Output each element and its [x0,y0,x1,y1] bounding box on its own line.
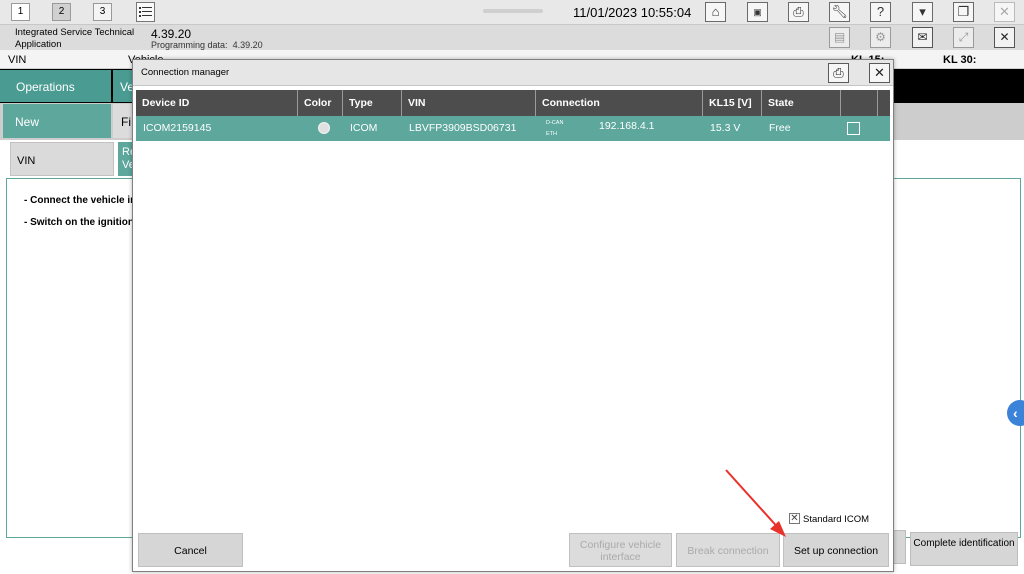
close-window-icon[interactable]: ✕ [994,2,1015,22]
connection-type-eth: ETH [546,131,557,137]
app-name: Integrated Service Technical Application [15,27,135,50]
instruction-line: - Connect the vehicle int [24,195,140,206]
programming-data-value: 4.39.20 [232,40,263,50]
gear-icon: ⚙ [870,27,891,48]
connection-type-dcan: D-CAN [546,120,564,126]
help-icon[interactable]: ? [870,2,891,22]
wrench-icon[interactable]: 🔧︎ [829,2,850,22]
table-header: Device ID Color Type VIN Connection KL15… [136,90,890,116]
home-icon[interactable]: ⌂ [705,2,726,22]
close-icon[interactable]: ✕ [994,27,1015,48]
datetime-display: 11/01/2023 10:55:04 [573,5,692,20]
window-tab-1[interactable]: 1 [11,3,30,21]
vin-label: VIN [8,54,27,66]
top-toolbar: 1 2 3 11/01/2023 10:55:04 ⌂ ▣ ⎙ 🔧︎ ? ▾ ❐… [0,0,1024,25]
programming-data: Programming data: 4.39.20 [151,40,263,50]
col-type[interactable]: Type [343,90,402,116]
cell-state: Free [769,122,791,134]
standard-icom-checkbox[interactable]: ✕ [789,513,800,524]
device-icon: ▤ [829,27,850,48]
cell-kl15: 15.3 V [710,122,741,134]
col-kl15[interactable]: KL15 [V] [703,90,762,116]
cell-connection-ip: 192.168.4.1 [599,120,655,132]
complete-identification-button[interactable]: Complete identification [910,532,1018,566]
col-connection[interactable]: Connection [536,90,703,116]
cancel-button[interactable]: Cancel [138,533,243,567]
connection-manager-dialog: Connection manager ⎙ ✕ Device ID Color T… [132,59,894,572]
tab-vin[interactable]: VIN [10,142,114,176]
dialog-titlebar: Connection manager ⎙ ✕ [133,60,893,86]
cell-type: ICOM [350,122,378,134]
standard-icom-option[interactable]: ✕ Standard ICOM [789,513,869,526]
zoom-icon: ⤢ [953,27,974,48]
dialog-title: Connection manager [141,67,230,78]
standard-icom-label: Standard ICOM [803,514,869,526]
tab-new[interactable]: New [3,104,111,138]
kl30-label: KL 30: [943,54,977,66]
programming-data-label: Programming data: [151,40,228,50]
table-row[interactable]: ICOM2159145 ICOM LBVFP3909BSD06731 D-CAN… [136,116,890,141]
cell-vin: LBVFP3909BSD06731 [409,122,517,134]
col-device-id[interactable]: Device ID [136,90,298,116]
instruction-line: - Switch on the ignition o [24,217,143,228]
color-indicator [318,122,330,134]
set-up-connection-button[interactable]: Set up connection [783,533,889,567]
app-version: 4.39.20 [151,27,192,41]
mail-icon[interactable]: ✉ [912,27,933,48]
list-icon[interactable] [136,2,155,22]
print-icon[interactable]: ⎙ [788,2,809,22]
tab-operations[interactable]: Operations [0,70,111,102]
restore-window-icon[interactable]: ❐ [953,2,974,22]
window-tab-3[interactable]: 3 [93,3,112,21]
break-connection-button[interactable]: Break connection [676,533,780,567]
col-vin[interactable]: VIN [402,90,536,116]
row-select-checkbox[interactable] [847,122,860,135]
image-icon[interactable]: ▣ [747,2,768,22]
col-select [841,90,878,116]
window-tab-2[interactable]: 2 [52,3,71,21]
configure-vehicle-interface-button[interactable]: Configure vehicle interface [569,533,672,567]
print-icon[interactable]: ⎙ [828,63,849,83]
col-state[interactable]: State [762,90,841,116]
activity-indicator [483,9,543,13]
cell-device-id: ICOM2159145 [143,122,212,134]
close-icon[interactable]: ✕ [869,63,890,83]
col-color[interactable]: Color [298,90,343,116]
dropdown-window-icon[interactable]: ▾ [912,2,933,22]
app-header: Integrated Service Technical Application… [0,25,1024,50]
